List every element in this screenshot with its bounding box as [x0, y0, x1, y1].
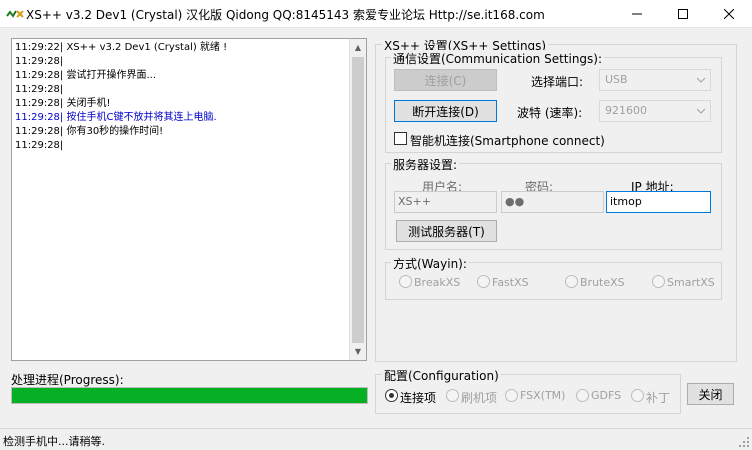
test-server-button[interactable]: 测试服务器(T)	[396, 220, 497, 242]
config-radio-patch[interactable]	[631, 389, 644, 402]
mode-radio-breakxs[interactable]	[399, 275, 412, 288]
log-line: 11:29:28| 尝试打开操作界面...	[15, 70, 156, 81]
scroll-down-icon[interactable]: ▼	[350, 343, 366, 360]
progress-label: 处理进程(Progress):	[11, 373, 124, 387]
log-line: 11:29:22| XS++ v3.2 Dev1 (Crystal) 就绪 !	[15, 42, 228, 53]
log-panel[interactable]: 11:29:22| XS++ v3.2 Dev1 (Crystal) 就绪 ! 1…	[11, 38, 367, 361]
baud-select[interactable]: 921600	[599, 100, 711, 122]
config-label-patch: 补丁	[646, 391, 671, 405]
comm-settings-title: 通信设置(Communication Settings):	[391, 50, 605, 67]
log-line: 11:29:28|	[15, 56, 64, 67]
config-label-fsx: FSX(TM)	[520, 389, 566, 402]
log-line: 11:29:28| 按住手机C键不放并将其连上电脑.	[15, 112, 217, 123]
connect-button[interactable]: 连接(C)	[394, 69, 497, 91]
mode-radio-smartxs[interactable]	[652, 275, 665, 288]
ip-address-field[interactable]: itmop	[606, 191, 711, 213]
close-button[interactable]: 关闭	[687, 383, 734, 405]
config-label-gdfs: GDFS	[591, 389, 622, 402]
log-lines: 11:29:22| XS++ v3.2 Dev1 (Crystal) 就绪 ! 1…	[15, 41, 349, 153]
status-bar: 检测手机中...请稍等.	[0, 428, 752, 450]
config-radio-connect[interactable]	[385, 389, 398, 402]
mode-radio-brutexs[interactable]	[565, 275, 578, 288]
status-text: 检测手机中...请稍等.	[3, 435, 105, 448]
title-bar: XS++ v3.2 Dev1 (Crystal) 汉化版 Qidong QQ:8…	[0, 0, 752, 28]
window-title: XS++ v3.2 Dev1 (Crystal) 汉化版 Qidong QQ:8…	[26, 8, 545, 22]
port-value: USB	[605, 73, 628, 86]
config-title: 配置(Configuration)	[382, 367, 501, 384]
minimize-icon	[632, 13, 642, 15]
progress-fill	[12, 388, 367, 403]
port-label: 选择端口:	[531, 75, 584, 89]
log-line: 11:29:28|	[15, 140, 64, 151]
username-field[interactable]: XS++	[394, 191, 497, 213]
smartphone-label: 智能机连接(Smartphone connect)	[410, 134, 605, 148]
config-label-connect: 连接项	[400, 391, 437, 405]
resize-grip-icon[interactable]	[738, 436, 750, 448]
progress-bar	[11, 387, 368, 404]
chevron-down-icon	[697, 108, 705, 114]
config-label-flash: 刷机项	[461, 391, 498, 405]
server-settings-title: 服务器设置:	[391, 156, 460, 173]
minimize-button[interactable]	[614, 0, 660, 28]
mode-label-fastxs: FastXS	[492, 276, 529, 289]
port-select[interactable]: USB	[599, 69, 711, 91]
password-field[interactable]: ●●	[501, 191, 604, 213]
log-line: 11:29:28| 关闭手机!	[15, 98, 111, 109]
disconnect-button[interactable]: 断开连接(D)	[394, 100, 497, 122]
mode-label-breakxs: BreakXS	[414, 276, 461, 289]
config-radio-gdfs[interactable]	[576, 389, 589, 402]
chevron-down-icon	[697, 77, 705, 83]
close-window-button[interactable]	[706, 0, 752, 28]
log-line: 11:29:28|	[15, 84, 64, 95]
log-line: 11:29:28| 你有30秒的操作时间!	[15, 126, 164, 137]
config-radio-fsx[interactable]	[505, 389, 518, 402]
close-icon	[724, 9, 734, 19]
scroll-up-icon[interactable]: ▲	[350, 39, 366, 56]
mode-label-smartxs: SmartXS	[667, 276, 715, 289]
app-logo-icon	[6, 10, 24, 18]
maximize-icon	[678, 9, 688, 19]
config-radio-flash[interactable]	[446, 389, 459, 402]
maximize-button[interactable]	[660, 0, 706, 28]
mode-title: 方式(Wayin):	[391, 255, 469, 272]
baud-label: 波特 (速率):	[517, 106, 583, 120]
baud-value: 921600	[605, 104, 647, 117]
log-scrollbar[interactable]: ▲ ▼	[349, 39, 366, 360]
scroll-thumb[interactable]	[352, 57, 364, 343]
mode-label-brutexs: BruteXS	[580, 276, 625, 289]
mode-radio-fastxs[interactable]	[477, 275, 490, 288]
smartphone-checkbox[interactable]	[394, 132, 407, 145]
